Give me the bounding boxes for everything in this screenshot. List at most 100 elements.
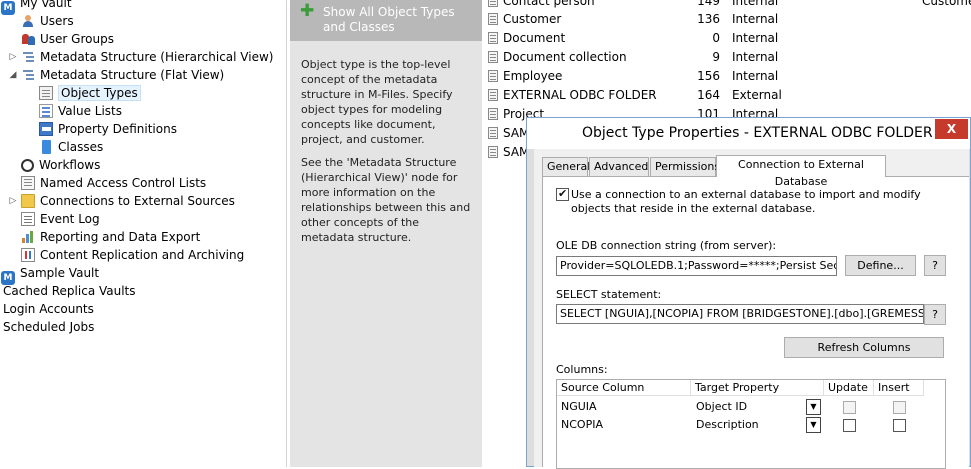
use-connection-checkbox[interactable]: [556, 187, 569, 201]
list-item[interactable]: Employee 156 Internal: [482, 67, 971, 86]
define-button[interactable]: Define...: [845, 255, 916, 276]
tree-item-reporting[interactable]: Reporting and Data Export: [21, 228, 200, 246]
tree-item-scheduled-jobs[interactable]: Scheduled Jobs: [3, 318, 94, 336]
tree-item-replication[interactable]: Content Replication and Archiving: [21, 246, 244, 264]
list-item-type: External: [732, 88, 782, 102]
object-type-icon: [488, 146, 498, 158]
dialog-title-bar[interactable]: Object Type Properties - EXTERNAL ODBC F…: [527, 118, 970, 149]
source-column-cell: NCOPIA: [561, 418, 603, 431]
tree-item-label: Login Accounts: [3, 302, 94, 316]
tree-item-label: My Vault: [20, 0, 72, 10]
refresh-columns-button[interactable]: Refresh Columns: [784, 337, 944, 358]
tree-item-user-groups[interactable]: User Groups: [21, 30, 114, 48]
object-type-icon: [488, 108, 498, 120]
metadata-structure-note: See the 'Metadata Structure (Hierarchica…: [301, 156, 471, 244]
tree-item-label: Object Types: [58, 85, 141, 101]
tree-item-my-vault[interactable]: M My Vault: [1, 0, 72, 15]
list-item-name: EXTERNAL ODBC FOLDER: [503, 88, 657, 102]
close-button[interactable]: X: [935, 119, 968, 139]
select-help-button[interactable]: ?: [924, 304, 946, 325]
tree-item-metadata-flat[interactable]: ◢ Metadata Structure (Flat View): [10, 66, 224, 84]
oledb-connection-string-input[interactable]: Provider=SQLOLEDB.1;Password=*****;Persi…: [556, 256, 837, 276]
tree-item-sample-vault[interactable]: M Sample Vault: [1, 264, 100, 285]
list-item[interactable]: Document 0 Internal: [482, 29, 971, 48]
list-item-id: 9: [712, 50, 720, 64]
tree-item-classes[interactable]: Classes: [39, 138, 103, 156]
list-item-name: Employee: [503, 69, 563, 83]
target-property-value: Description: [696, 418, 759, 431]
value-list-icon: [39, 104, 53, 118]
select-statement-input[interactable]: SELECT [NGUIA],[NCOPIA] FROM [BRIDGESTON…: [556, 304, 924, 324]
tree-item-named-acl[interactable]: Named Access Control Lists: [21, 174, 206, 192]
property-definition-icon: [39, 122, 53, 136]
insert-checkbox[interactable]: [893, 401, 906, 414]
tab-label: Advanced: [594, 160, 649, 173]
insert-checkbox[interactable]: [893, 419, 906, 432]
list-item[interactable]: Customer 136 Internal: [482, 10, 971, 29]
tree-item-label: Content Replication and Archiving: [40, 248, 245, 262]
update-checkbox[interactable]: [843, 419, 856, 432]
tree-item-label: Sample Vault: [20, 266, 100, 280]
user-icon: [21, 14, 35, 28]
show-all-object-types-action[interactable]: ✚ Show All Object Types and Classes: [290, 0, 482, 41]
tree-item-users[interactable]: Users: [21, 12, 74, 30]
update-checkbox[interactable]: [843, 401, 856, 414]
list-item-id: 164: [697, 88, 720, 102]
oledb-help-button[interactable]: ?: [924, 255, 946, 276]
tree-item-workflows[interactable]: Workflows: [21, 156, 100, 174]
tree-item-label: Named Access Control Lists: [40, 176, 207, 190]
tree-item-label: Reporting and Data Export: [40, 230, 201, 244]
tree-item-label: Workflows: [39, 158, 101, 172]
hierarchy-icon: [21, 50, 35, 64]
dialog-body: General Advanced Permissions Connection …: [534, 149, 969, 469]
tree-item-external-connections[interactable]: ▷ Connections to External Sources: [10, 192, 235, 210]
tree-item-label: Property Definitions: [58, 122, 177, 136]
column-header-target[interactable]: Target Property: [691, 380, 824, 396]
list-item[interactable]: EXTERNAL ODBC FOLDER 164 External: [482, 86, 971, 105]
tab-advanced[interactable]: Advanced: [589, 157, 649, 176]
tab-general[interactable]: General: [542, 157, 591, 176]
tree-item-cached-replica-vaults[interactable]: Cached Replica Vaults: [3, 282, 136, 300]
workflow-icon: [21, 159, 34, 172]
list-item[interactable]: Document collection 9 Internal: [482, 48, 971, 67]
external-folder-icon: [21, 194, 35, 208]
tree-item-event-log[interactable]: Event Log: [21, 210, 100, 228]
column-header-insert[interactable]: Insert: [874, 380, 924, 396]
list-item-type: Internal: [732, 12, 779, 26]
tab-connection-external-database[interactable]: Connection to External Database: [716, 155, 886, 188]
tree-item-label: Cached Replica Vaults: [3, 284, 136, 298]
target-property-select[interactable]: Object ID ▼: [693, 399, 821, 416]
object-type-icon: [488, 32, 498, 44]
column-header-source[interactable]: Source Column: [557, 380, 691, 396]
object-type-description: Object type is the top-level concept of …: [301, 58, 453, 146]
tree-item-metadata-hierarchical[interactable]: ▷ Metadata Structure (Hierarchical View): [10, 48, 273, 66]
tab-permissions[interactable]: Permissions: [650, 157, 720, 176]
event-log-icon: [21, 212, 35, 226]
tab-label: General: [547, 160, 591, 173]
object-type-icon: [39, 86, 53, 100]
expand-arrow-icon[interactable]: ▷: [8, 192, 18, 210]
replication-icon: [21, 248, 35, 262]
close-icon: X: [946, 122, 957, 136]
source-column-cell: NGUIA: [561, 400, 597, 413]
object-type-icon: [488, 89, 498, 101]
dropdown-arrow-icon[interactable]: ▼: [806, 399, 821, 415]
object-type-icon: [488, 13, 498, 25]
collapse-arrow-icon[interactable]: ◢: [8, 66, 18, 84]
column-header-update[interactable]: Update: [824, 380, 874, 396]
target-property-select[interactable]: Description ▼: [693, 417, 821, 434]
tree-item-label: Classes: [58, 140, 104, 154]
object-type-icon: [488, 70, 498, 82]
tree-item-value-lists[interactable]: Value Lists: [39, 102, 122, 120]
object-type-icon: [488, 51, 498, 63]
navigation-tree: M My Vault Users User Groups ▷ Metadata S…: [0, 0, 287, 467]
tree-item-login-accounts[interactable]: Login Accounts: [3, 300, 94, 318]
expand-arrow-icon[interactable]: ▷: [8, 48, 18, 66]
use-connection-label: Use a connection to an external database…: [571, 188, 921, 215]
tree-item-label: Value Lists: [58, 104, 122, 118]
tree-item-object-types[interactable]: Object Types: [39, 84, 141, 102]
list-item-name: Customer: [503, 12, 562, 26]
list-item-type: Internal: [732, 69, 779, 83]
dropdown-arrow-icon[interactable]: ▼: [806, 417, 821, 433]
tree-item-property-definitions[interactable]: Property Definitions: [39, 120, 177, 138]
